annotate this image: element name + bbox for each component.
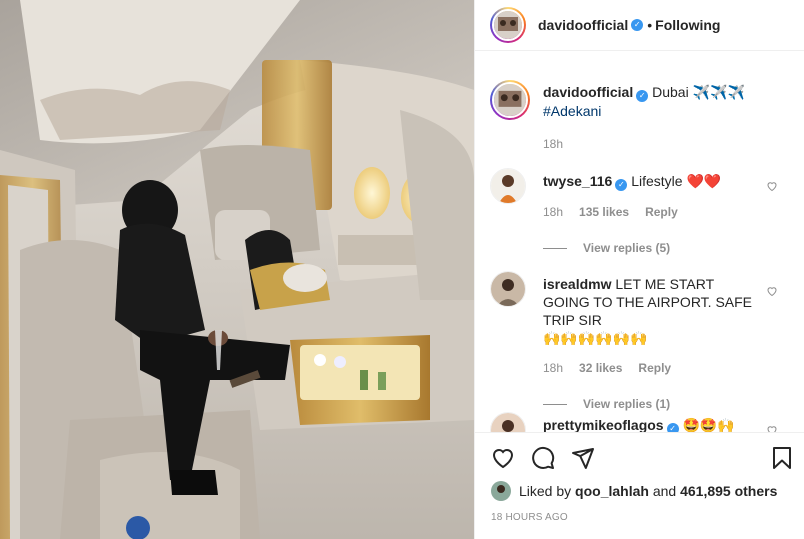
view-replies-button[interactable]: View replies (5) bbox=[543, 239, 773, 257]
likes-count[interactable]: 461,895 others bbox=[680, 483, 777, 499]
comment-meta: 18h 135 likes Reply bbox=[543, 203, 773, 221]
following-button[interactable]: Following bbox=[655, 17, 720, 33]
liked-by-prefix: Liked by bbox=[519, 483, 572, 499]
comment-like-heart-icon[interactable] bbox=[766, 180, 778, 192]
comment-likes[interactable]: 135 likes bbox=[579, 203, 629, 221]
author-avatar-ring[interactable] bbox=[490, 7, 526, 43]
post-side-panel: davidoofficial ✓ • Following davidooffic… bbox=[474, 0, 804, 539]
comment-body: prettymikeoflagos ✓ 🤩🤩🙌 bbox=[543, 416, 773, 432]
comment-emoji: ❤️❤️ bbox=[686, 173, 722, 189]
view-replies-label: View replies (5) bbox=[583, 241, 671, 255]
comment-time[interactable]: 18h bbox=[543, 203, 563, 221]
instagram-post-modal: davidoofficial ✓ • Following davidooffic… bbox=[0, 0, 804, 539]
reply-button[interactable]: Reply bbox=[645, 203, 678, 221]
post-photo[interactable] bbox=[0, 0, 474, 539]
comment-author[interactable]: isrealdmw bbox=[543, 276, 611, 292]
reply-button[interactable]: Reply bbox=[638, 359, 671, 377]
caption-text: Dubai bbox=[652, 84, 689, 100]
replies-divider bbox=[543, 247, 567, 249]
comments-list[interactable]: davidoofficial ✓ Dubai ✈️✈️✈️ #Adekani 18… bbox=[475, 52, 804, 432]
post-timestamp[interactable]: 18 HOURS AGO bbox=[491, 512, 568, 523]
view-replies-label: View replies (1) bbox=[583, 397, 671, 411]
caption-body: davidoofficial ✓ Dubai ✈️✈️✈️ #Adekani 18… bbox=[543, 83, 783, 153]
comment-body: isrealdmw LET ME START GOING TO THE AIRP… bbox=[543, 275, 758, 413]
comment-author[interactable]: twyse_116 bbox=[543, 173, 612, 189]
comment-author[interactable]: prettymikeoflagos bbox=[543, 417, 664, 432]
verified-badge-icon: ✓ bbox=[636, 90, 649, 102]
liked-by-and: and bbox=[652, 483, 677, 499]
commenter-avatar[interactable] bbox=[490, 271, 526, 307]
post-actions-bar bbox=[475, 432, 804, 483]
replies-divider bbox=[543, 403, 567, 405]
comment-time[interactable]: 18h bbox=[543, 359, 563, 377]
author-avatar[interactable] bbox=[492, 9, 524, 41]
post-header: davidoofficial ✓ • Following bbox=[475, 0, 804, 51]
bookmark-icon[interactable] bbox=[770, 446, 794, 470]
comment-icon[interactable] bbox=[531, 446, 555, 470]
liker-avatar[interactable] bbox=[491, 481, 511, 501]
caption-hashtag[interactable]: #Adekani bbox=[543, 103, 601, 119]
view-replies-button[interactable]: View replies (1) bbox=[543, 395, 758, 413]
caption-author[interactable]: davidoofficial bbox=[543, 84, 633, 100]
commenter-avatar[interactable] bbox=[490, 412, 526, 432]
post-author-username[interactable]: davidoofficial bbox=[538, 17, 628, 33]
comment-likes[interactable]: 32 likes bbox=[579, 359, 622, 377]
comment-like-heart-icon[interactable] bbox=[766, 285, 778, 297]
heart-icon[interactable] bbox=[491, 446, 515, 470]
comment-emoji: 🤩🤩🙌 bbox=[682, 417, 735, 432]
caption-emoji: ✈️✈️✈️ bbox=[692, 84, 745, 100]
comment-meta: 18h 32 likes Reply bbox=[543, 359, 758, 377]
airplane-cabin-photo bbox=[0, 0, 474, 539]
comment-body: twyse_116 ✓ Lifestyle ❤️❤️ 18h 135 likes … bbox=[543, 172, 773, 257]
commenter-avatar[interactable] bbox=[490, 168, 526, 204]
verified-badge-icon: ✓ bbox=[666, 423, 679, 432]
comment-emoji: 🙌🙌🙌🙌🙌🙌 bbox=[543, 330, 648, 346]
share-icon[interactable] bbox=[571, 446, 595, 470]
comment-like-heart-icon[interactable] bbox=[766, 424, 778, 432]
liked-by-user[interactable]: qoo_lahlah bbox=[575, 483, 649, 499]
verified-badge-icon: ✓ bbox=[615, 179, 628, 191]
separator-dot: • bbox=[647, 17, 653, 33]
caption-time[interactable]: 18h bbox=[543, 135, 783, 153]
caption-avatar-ring[interactable] bbox=[490, 80, 530, 120]
verified-badge-icon: ✓ bbox=[631, 19, 644, 31]
comment-text: Lifestyle bbox=[631, 173, 683, 189]
likes-summary: Liked by qoo_lahlah and 461,895 others bbox=[491, 481, 777, 501]
caption-avatar[interactable] bbox=[492, 82, 528, 118]
